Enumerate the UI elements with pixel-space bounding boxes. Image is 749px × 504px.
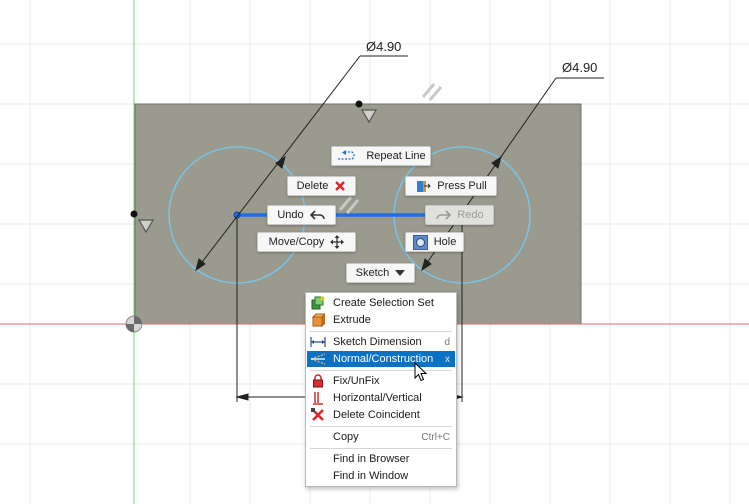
delete-x-icon bbox=[334, 180, 346, 192]
menu-item-label: Extrude bbox=[333, 314, 371, 326]
delete-label: Delete bbox=[296, 180, 329, 192]
menu-item-label: Copy bbox=[333, 431, 359, 443]
menu-item-extrude[interactable]: Extrude bbox=[307, 312, 455, 328]
menu-item-label: Fix/UnFix bbox=[333, 375, 380, 387]
menu-item-shortcut: d bbox=[444, 336, 450, 348]
context-menu: Create Selection Set Extrude Sketch Dime… bbox=[305, 292, 457, 487]
sketch-point[interactable] bbox=[355, 100, 363, 108]
press-pull-label: Press Pull bbox=[437, 180, 487, 192]
menu-separator bbox=[310, 448, 452, 449]
menu-item-shortcut: Ctrl+C bbox=[421, 431, 450, 443]
undo-arrow-icon bbox=[309, 209, 326, 221]
move-copy-button[interactable]: Move/Copy bbox=[257, 232, 356, 252]
menu-item-find-in-browser[interactable]: Find in Browser bbox=[307, 451, 455, 467]
sketch-label: Sketch bbox=[355, 267, 390, 279]
selection-set-icon bbox=[307, 296, 329, 310]
lock-icon bbox=[307, 374, 329, 388]
menu-item-horizontal-vertical[interactable]: Horizontal/Vertical bbox=[307, 390, 455, 406]
menu-item-shortcut: x bbox=[445, 353, 450, 365]
menu-item-normal-construction[interactable]: Normal/Construction x bbox=[307, 351, 455, 367]
menu-separator bbox=[310, 331, 452, 332]
sketch-dropdown-button[interactable]: Sketch bbox=[346, 263, 415, 283]
redo-label: Redo bbox=[457, 209, 484, 221]
redo-button[interactable]: Redo bbox=[425, 205, 494, 225]
hole-icon bbox=[412, 234, 428, 250]
move-arrows-icon bbox=[330, 235, 345, 249]
repeat-line-icon bbox=[336, 150, 360, 162]
press-pull-icon bbox=[415, 178, 431, 194]
repeat-line-label: Repeat Line bbox=[366, 150, 426, 162]
undo-button[interactable]: Undo bbox=[267, 205, 336, 225]
chevron-down-icon bbox=[395, 269, 406, 277]
menu-item-label: Find in Browser bbox=[333, 453, 410, 465]
hole-button[interactable]: Hole bbox=[405, 232, 464, 252]
menu-item-label: Find in Window bbox=[333, 470, 409, 482]
menu-item-sketch-dimension[interactable]: Sketch Dimension d bbox=[307, 334, 455, 350]
menu-item-label: Delete Coincident bbox=[333, 409, 420, 421]
parallel-constraint-icon[interactable] bbox=[421, 83, 443, 101]
right-diameter-value[interactable]: Ø4.90 bbox=[562, 60, 597, 75]
origin-icon[interactable] bbox=[125, 315, 143, 333]
horizontal-vertical-icon bbox=[307, 391, 329, 405]
left-diameter-value[interactable]: Ø4.90 bbox=[366, 39, 401, 54]
menu-item-fix-unfix[interactable]: Fix/UnFix bbox=[307, 373, 455, 389]
menu-item-copy[interactable]: Copy Ctrl+C bbox=[307, 429, 455, 445]
undo-label: Undo bbox=[277, 209, 304, 221]
menu-item-label: Sketch Dimension bbox=[333, 336, 422, 348]
sketch-dimension-icon bbox=[307, 336, 329, 348]
menu-item-label: Horizontal/Vertical bbox=[333, 392, 422, 404]
menu-item-label: Create Selection Set bbox=[333, 297, 434, 309]
hole-label: Hole bbox=[433, 236, 457, 248]
delete-coincident-icon bbox=[307, 408, 329, 422]
menu-item-create-selection-set[interactable]: Create Selection Set bbox=[307, 295, 455, 311]
extrude-icon bbox=[307, 313, 329, 327]
menu-item-find-in-window[interactable]: Find in Window bbox=[307, 468, 455, 484]
menu-separator bbox=[310, 426, 452, 427]
menu-separator bbox=[310, 370, 452, 371]
construction-line-icon bbox=[307, 353, 329, 365]
press-pull-button[interactable]: Press Pull bbox=[405, 176, 497, 196]
move-copy-label: Move/Copy bbox=[268, 236, 325, 248]
mouse-cursor-icon bbox=[414, 362, 428, 382]
repeat-line-button[interactable]: Repeat Line bbox=[331, 146, 431, 166]
redo-arrow-icon bbox=[435, 209, 452, 221]
delete-button[interactable]: Delete bbox=[287, 176, 356, 196]
sketch-point[interactable] bbox=[130, 210, 138, 218]
menu-item-delete-coincident[interactable]: Delete Coincident bbox=[307, 407, 455, 423]
